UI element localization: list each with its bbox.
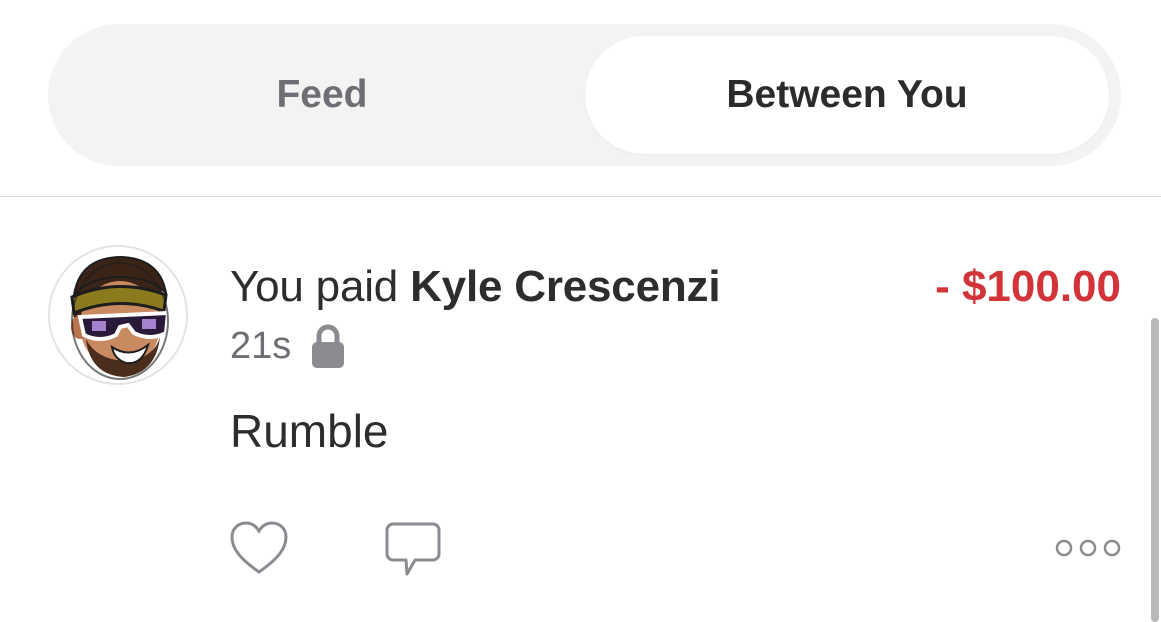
- more-options-button[interactable]: [1052, 533, 1124, 563]
- feed-segmented-control: Feed Between You: [48, 24, 1121, 166]
- scrollbar[interactable]: [1151, 318, 1159, 622]
- more-options-icon: [1055, 539, 1121, 557]
- tab-feed[interactable]: Feed: [60, 36, 584, 154]
- avatar[interactable]: [48, 245, 188, 385]
- comment-icon: [385, 522, 441, 576]
- story-verb: You paid: [230, 262, 411, 311]
- payment-amount: - $100.00: [935, 262, 1121, 311]
- tab-between-you[interactable]: Between You: [585, 36, 1109, 154]
- story-headline: You paid Kyle Crescenzi: [230, 262, 721, 312]
- heart-icon: [230, 521, 288, 574]
- tab-feed-label: Feed: [276, 73, 368, 116]
- story-meta: 21s: [230, 322, 345, 370]
- timestamp: 21s: [230, 324, 292, 367]
- payment-note: Rumble: [230, 405, 389, 457]
- recipient-name[interactable]: Kyle Crescenzi: [410, 262, 720, 311]
- cartoon-avatar-icon: [70, 255, 171, 380]
- header-divider: [0, 196, 1161, 197]
- between-you-feed-screen: Feed Between You You paid Kyle Crescenzi…: [0, 0, 1161, 622]
- like-button[interactable]: [229, 520, 289, 576]
- lock-icon: [311, 323, 345, 369]
- comment-button[interactable]: [383, 520, 443, 580]
- tab-between-you-label: Between You: [726, 73, 968, 116]
